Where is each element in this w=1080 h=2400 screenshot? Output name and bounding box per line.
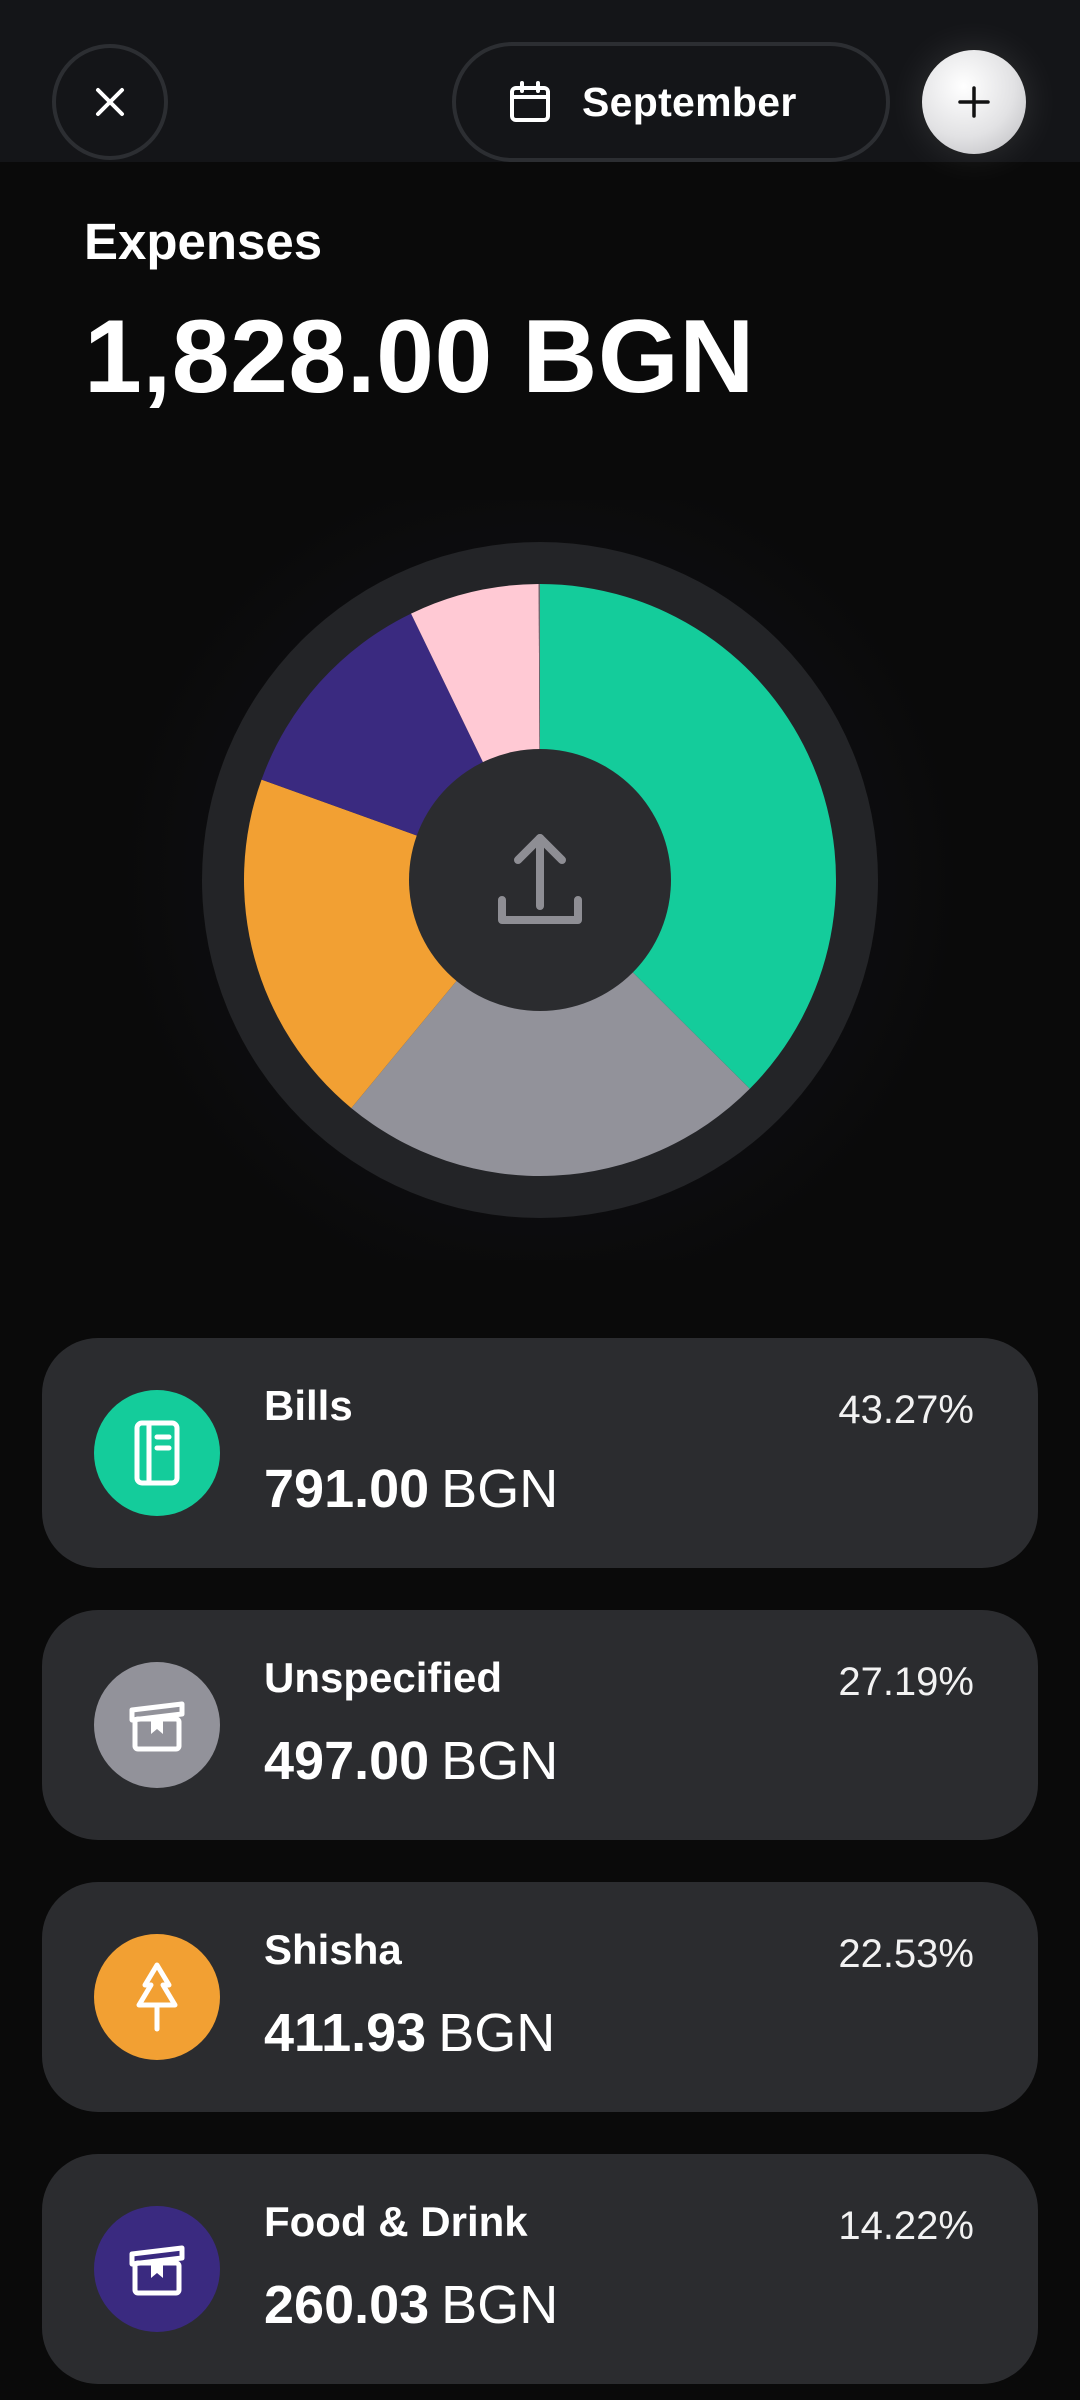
expenses-donut-chart bbox=[202, 542, 878, 1218]
notebook-icon bbox=[134, 1420, 180, 1486]
tree-icon bbox=[136, 1962, 178, 2032]
box-icon bbox=[129, 1701, 185, 1752]
month-selector[interactable]: September bbox=[452, 42, 890, 162]
top-bar: September bbox=[0, 0, 1080, 162]
category-icon-badge bbox=[94, 1390, 220, 1516]
category-percent: 43.27% bbox=[838, 1388, 974, 1432]
close-button[interactable] bbox=[52, 44, 168, 160]
category-name: Unspecified bbox=[264, 1654, 503, 1701]
add-button[interactable] bbox=[922, 50, 1026, 154]
calendar-icon bbox=[510, 81, 550, 122]
month-label: September bbox=[582, 78, 797, 125]
category-percent: 27.19% bbox=[838, 1660, 974, 1704]
category-icon-badge bbox=[94, 1662, 220, 1788]
category-amount: 411.93 BGN bbox=[264, 2003, 556, 2063]
category-icon-badge bbox=[94, 1934, 220, 2060]
category-amount: 260.03 BGN bbox=[264, 2275, 559, 2335]
category-name: Shisha bbox=[264, 1926, 402, 1973]
category-card-bills[interactable]: Bills 791.00 BGN 43.27% bbox=[42, 1338, 1038, 1568]
plus-icon bbox=[958, 86, 990, 118]
close-icon bbox=[96, 88, 124, 116]
expenses-total: 1,828.00 BGN bbox=[84, 299, 755, 415]
category-name: Food & Drink bbox=[264, 2198, 528, 2245]
category-card-shisha[interactable]: Shisha 411.93 BGN 22.53% bbox=[42, 1882, 1038, 2112]
category-card-unspecified[interactable]: Unspecified 497.00 BGN 27.19% bbox=[42, 1610, 1038, 1840]
box-icon bbox=[129, 2245, 185, 2296]
page-title: Expenses bbox=[84, 213, 323, 270]
category-card-food-drink[interactable]: Food & Drink 260.03 BGN 14.22% bbox=[42, 2154, 1038, 2384]
category-percent: 14.22% bbox=[838, 2204, 974, 2248]
category-percent: 22.53% bbox=[838, 1932, 974, 1976]
category-icon-badge bbox=[94, 2206, 220, 2332]
category-amount: 497.00 BGN bbox=[264, 1731, 559, 1791]
category-name: Bills bbox=[264, 1382, 353, 1429]
category-amount: 791.00 BGN bbox=[264, 1459, 559, 1519]
